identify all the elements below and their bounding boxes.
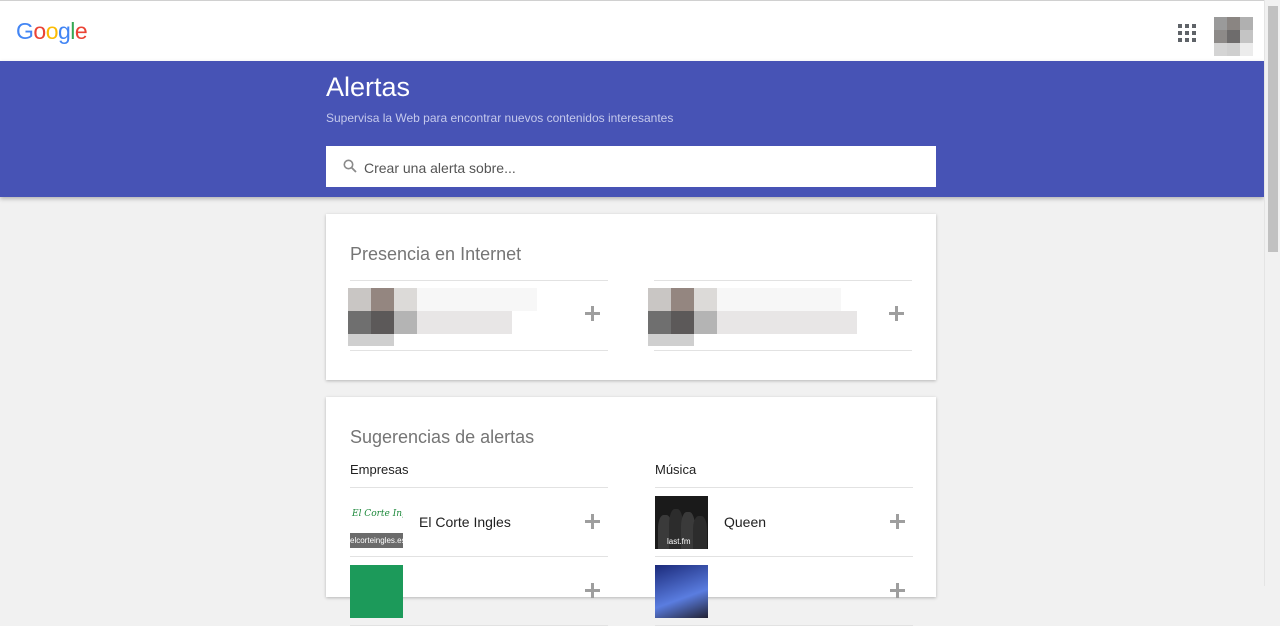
blurred-profile-image xyxy=(348,288,538,346)
companies-list: El Corte Inglés elcorteingles.es El Cort… xyxy=(350,487,608,626)
logo-letter: o xyxy=(33,18,46,44)
artist-thumbnail xyxy=(655,565,708,618)
thumbnail-logo-text: El Corte Inglés xyxy=(352,509,403,519)
list-item: El Corte Inglés elcorteingles.es El Cort… xyxy=(350,488,608,557)
company-thumbnail xyxy=(350,565,403,618)
page-subtitle: Supervisa la Web para encontrar nuevos c… xyxy=(326,111,674,125)
list-item: last.fm Queen xyxy=(655,488,913,557)
top-bar: Google xyxy=(0,0,1264,61)
music-list: last.fm Queen xyxy=(655,487,913,626)
add-alert-button[interactable] xyxy=(583,304,603,324)
artist-thumbnail: last.fm xyxy=(655,496,708,549)
logo-letter: G xyxy=(16,18,34,44)
scrollbar-thumb[interactable] xyxy=(1268,6,1278,252)
suggestions-card: Sugerencias de alertas Empresas El Corte… xyxy=(326,397,936,626)
add-alert-button[interactable] xyxy=(583,581,603,601)
page-title: Alertas xyxy=(326,72,411,102)
logo-letter: e xyxy=(74,18,88,44)
section-heading-music: Música xyxy=(655,462,697,477)
presence-card: Presencia en Internet xyxy=(326,214,936,380)
add-alert-button[interactable] xyxy=(888,581,908,601)
avatar[interactable] xyxy=(1214,17,1254,56)
logo-letter: g xyxy=(57,18,71,44)
thumbnail-caption: last.fm xyxy=(667,537,691,546)
blurred-profile-image xyxy=(648,288,857,346)
create-alert-input[interactable] xyxy=(362,146,926,189)
logo-letter: o xyxy=(45,18,59,44)
search-icon xyxy=(343,159,357,173)
add-alert-button[interactable] xyxy=(887,304,907,324)
add-alert-button[interactable] xyxy=(583,512,603,532)
list-item xyxy=(350,557,608,626)
list-item xyxy=(655,557,913,626)
presence-item xyxy=(348,280,608,351)
apps-grid-icon[interactable] xyxy=(1178,24,1196,42)
search-box xyxy=(326,146,936,189)
card-title: Sugerencias de alertas xyxy=(350,427,535,447)
suggestion-label: Queen xyxy=(724,514,767,530)
company-thumbnail: El Corte Inglés elcorteingles.es xyxy=(350,496,403,549)
card-title: Presencia en Internet xyxy=(350,244,522,264)
google-logo[interactable]: Google xyxy=(16,18,88,45)
suggestion-label: El Corte Ingles xyxy=(419,514,511,530)
alerts-banner: Alertas Supervisa la Web para encontrar … xyxy=(0,61,1264,197)
section-heading-companies: Empresas xyxy=(350,462,409,477)
page-scrollbar[interactable] xyxy=(1264,0,1280,586)
presence-item xyxy=(648,280,912,351)
thumbnail-url: elcorteingles.es xyxy=(350,533,403,548)
add-alert-button[interactable] xyxy=(888,512,908,532)
